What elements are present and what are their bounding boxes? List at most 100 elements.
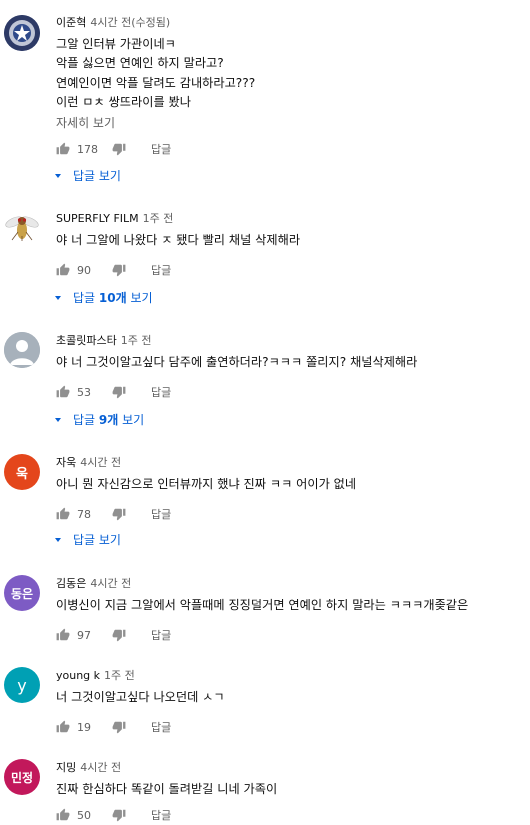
timestamp[interactable]: 1주 전 (143, 212, 174, 225)
timestamp[interactable]: 4시간 전 (80, 761, 121, 774)
timestamp[interactable]: 4시간 전 (90, 577, 131, 590)
view-replies-button[interactable]: 답글 보기 (55, 531, 121, 548)
like-icon[interactable] (55, 141, 71, 157)
avatar[interactable]: y (4, 667, 40, 703)
like-count: 19 (77, 720, 91, 734)
comment-actions: 97 답글 (55, 625, 171, 645)
view-replies-suffix: 보기 (126, 291, 153, 305)
view-replies-button[interactable]: 답글 보기 (55, 167, 121, 184)
like-count: 78 (77, 507, 91, 521)
author-name[interactable]: 이준혁 (56, 16, 86, 29)
like-icon[interactable] (55, 807, 71, 823)
comment-actions: 78 답글 (55, 504, 171, 524)
comment-line: 야 너 그것이알고싶다 담주에 출연하더라?ㅋㅋㅋ 쫄리지? 채널삭제해라 (56, 355, 418, 369)
reply-button[interactable]: 답글 (151, 384, 171, 400)
comment-header: 자욱 4시간 전 (56, 454, 121, 470)
like-count: 53 (77, 385, 91, 399)
timestamp[interactable]: 1주 전 (121, 334, 152, 347)
chevron-down-icon (55, 417, 61, 422)
reply-button[interactable]: 답글 (151, 719, 171, 735)
like-icon[interactable] (55, 262, 71, 278)
read-more-link[interactable]: 자세히 보기 (56, 114, 115, 131)
comment-line: 아니 뭔 자신감으로 인터뷰까지 했냐 진짜 ㅋㅋ 어이가 없네 (56, 477, 357, 491)
comment-text: 아니 뭔 자신감으로 인터뷰까지 했냐 진짜 ㅋㅋ 어이가 없네 (56, 475, 356, 494)
view-replies-prefix: 답글 (73, 291, 99, 305)
dislike-icon[interactable] (111, 506, 127, 522)
view-replies-prefix: 답글 (73, 413, 99, 427)
author-name[interactable]: 초콜릿파스타 (56, 334, 117, 347)
avatar[interactable]: 동은 (4, 575, 40, 611)
like-icon[interactable] (55, 719, 71, 735)
comment-actions: 90 답글 (55, 260, 171, 280)
avatar-initials: 동은 (10, 586, 34, 601)
comment-actions: 178 답글 (55, 139, 171, 159)
avatar[interactable] (4, 210, 40, 246)
dislike-icon[interactable] (111, 262, 127, 278)
author-name[interactable]: 지밍 (56, 761, 76, 774)
author-name[interactable]: 김동은 (56, 577, 86, 590)
comment-line: 너 그것이알고싶다 나오던데 ㅅㄱ (56, 690, 225, 704)
like-icon[interactable] (55, 384, 71, 400)
avatar-initials: 욱 (16, 466, 28, 482)
comment-line: 연예인이면 악플 달려도 감내하라고??? (56, 75, 256, 90)
comment-line: 야 너 그알에 나왔다 ㅈ 됐다 빨리 채널 삭제해라 (56, 233, 301, 247)
comment-text: 그알 인터뷰 가관이네ㅋ 악플 싫으면 연예인 하지 말라고? 연예인이면 악플… (56, 35, 255, 113)
reply-button[interactable]: 답글 (151, 627, 171, 643)
dislike-icon[interactable] (111, 627, 127, 643)
reply-button[interactable]: 답글 (151, 262, 171, 278)
view-replies-button[interactable]: 답글 9개 보기 (55, 411, 144, 428)
comment-text: 진짜 한심하다 똑같이 돌려받길 니네 가족이 (56, 780, 277, 799)
author-name[interactable]: 자욱 (56, 456, 76, 469)
comment-header: 김동은 4시간 전 (56, 575, 131, 591)
comment-line: 이병신이 지금 그알에서 악플때메 징징덜거면 연예인 하지 말라는 ㅋㅋㅋ개좆… (56, 598, 469, 612)
timestamp[interactable]: 4시간 전(수정됨) (90, 16, 170, 29)
dislike-icon[interactable] (111, 384, 127, 400)
like-icon[interactable] (55, 506, 71, 522)
avatar-initials: 민정 (10, 770, 34, 785)
comment-actions: 19 답글 (55, 717, 171, 737)
comment-header: 초콜릿파스타 1주 전 (56, 332, 151, 348)
comment-actions: 50 답글 (55, 805, 171, 825)
comment-text: 야 너 그것이알고싶다 담주에 출연하더라?ㅋㅋㅋ 쫄리지? 채널삭제해라 (56, 353, 417, 372)
view-replies-label: 답글 10개 보기 (73, 289, 153, 306)
view-replies-suffix: 보기 (118, 413, 145, 427)
comment-text: 이병신이 지금 그알에서 악플때메 징징덜거면 연예인 하지 말라는 ㅋㅋㅋ개좆… (56, 596, 468, 615)
reply-count: 9개 (98, 413, 119, 427)
avatar-initials: y (17, 675, 27, 695)
comment-text: 야 너 그알에 나왔다 ㅈ 됐다 빨리 채널 삭제해라 (56, 231, 300, 250)
avatar[interactable]: 민정 (4, 759, 40, 795)
reply-button[interactable]: 답글 (151, 141, 171, 157)
default-user-icon (4, 332, 40, 368)
like-count: 50 (77, 808, 91, 822)
comment-line: 이런 ㅁㅊ 쌍뜨라이를 봤나 (56, 95, 191, 110)
reply-button[interactable]: 답글 (151, 807, 171, 823)
avatar[interactable] (4, 332, 40, 368)
comment-header: young k 1주 전 (56, 667, 135, 683)
like-count: 97 (77, 628, 91, 642)
chevron-down-icon (55, 295, 61, 300)
view-replies-label: 답글 보기 (73, 533, 121, 547)
comment-actions: 53 답글 (55, 382, 171, 402)
view-replies-label: 답글 보기 (73, 169, 121, 183)
dislike-icon[interactable] (111, 719, 127, 735)
avatar-star-icon (4, 15, 40, 51)
author-name[interactable]: SUPERFLY FILM (56, 212, 139, 225)
comment-header: 지밍 4시간 전 (56, 759, 121, 775)
view-replies-label: 답글 9개 보기 (73, 411, 144, 428)
chevron-down-icon (55, 173, 61, 178)
dislike-icon[interactable] (111, 807, 127, 823)
dislike-icon[interactable] (111, 141, 127, 157)
like-icon[interactable] (55, 627, 71, 643)
author-name[interactable]: young k (56, 669, 100, 682)
view-replies-button[interactable]: 답글 10개 보기 (55, 289, 153, 306)
timestamp[interactable]: 1주 전 (104, 669, 135, 682)
like-count: 90 (77, 263, 91, 277)
reply-button[interactable]: 답글 (151, 506, 171, 522)
comment-text: 너 그것이알고싶다 나오던데 ㅅㄱ (56, 688, 225, 707)
avatar[interactable] (4, 15, 40, 51)
avatar[interactable]: 욱 (4, 454, 40, 490)
timestamp[interactable]: 4시간 전 (80, 456, 121, 469)
like-count: 178 (77, 142, 98, 156)
comment-line: 그알 인터뷰 가관이네ㅋ (56, 37, 176, 51)
comment-line: 진짜 한심하다 똑같이 돌려받길 니네 가족이 (56, 782, 278, 796)
